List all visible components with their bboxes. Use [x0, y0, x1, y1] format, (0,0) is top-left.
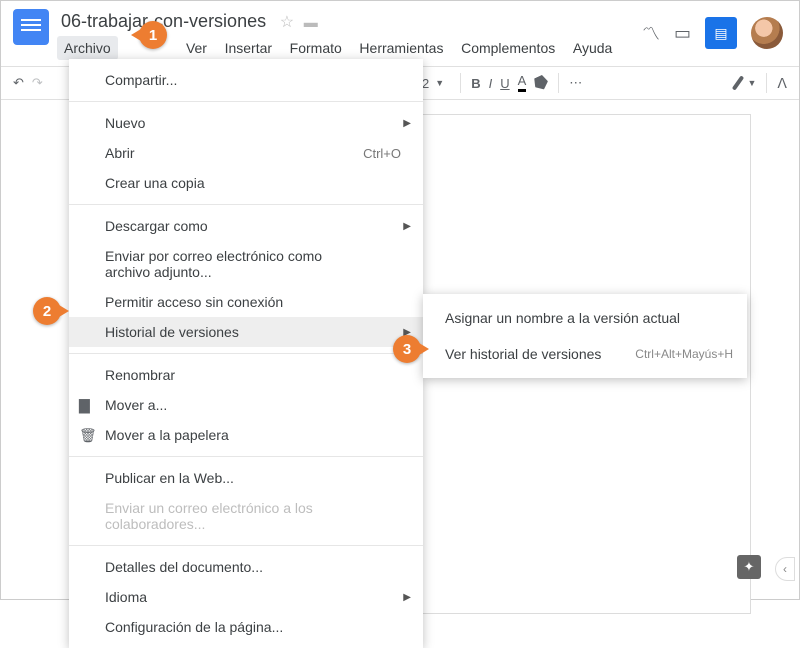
user-avatar[interactable] — [751, 17, 783, 49]
menu-enviar-adjunto[interactable]: Enviar por correo electrónico como archi… — [69, 241, 423, 287]
submenu-arrow-icon: ▶ — [403, 118, 411, 129]
analytics-icon[interactable]: 〽 — [642, 20, 660, 46]
menu-complementos[interactable]: Complementos — [454, 36, 562, 60]
menu-sin-conexion[interactable]: Permitir acceso sin conexión — [69, 287, 423, 317]
submenu-arrow-icon: ▶ — [403, 221, 411, 232]
highlight-button[interactable] — [532, 74, 551, 93]
shortcut-label: Ctrl+Alt+Mayús+H — [635, 347, 733, 361]
menu-formato[interactable]: Formato — [283, 36, 349, 60]
share-button[interactable]: ▤ — [705, 17, 737, 49]
explore-button[interactable]: ✦ — [737, 555, 761, 579]
folder-icon: ▇ — [79, 397, 90, 414]
undo-button[interactable]: ↶ — [13, 75, 24, 91]
collapse-toolbar-button[interactable]: ᐱ — [777, 75, 787, 92]
menu-papelera[interactable]: 🗑Mover a la papelera — [69, 420, 423, 450]
comments-icon[interactable]: ▭ — [674, 23, 691, 44]
menu-abrir[interactable]: AbrirCtrl+O — [69, 138, 423, 168]
menu-mover[interactable]: ▇Mover a... — [69, 390, 423, 420]
italic-button[interactable]: I — [489, 76, 493, 91]
redo-button[interactable]: ↷ — [32, 75, 43, 91]
side-panel-toggle[interactable]: ‹ — [775, 557, 795, 581]
shortcut-label: Ctrl+O — [363, 146, 401, 161]
submenu-ver-historial[interactable]: Ver historial de versiones Ctrl+Alt+Mayú… — [423, 336, 747, 372]
annotation-badge-3: 3 — [393, 335, 421, 363]
editing-mode-dropdown-icon[interactable]: ▼ — [748, 78, 757, 88]
menu-ayuda[interactable]: Ayuda — [566, 36, 619, 60]
menu-compartir[interactable]: Compartir... — [69, 65, 423, 95]
annotation-badge-2: 2 — [33, 297, 61, 325]
docs-logo-icon[interactable] — [13, 9, 49, 45]
editing-mode-icon[interactable] — [731, 75, 743, 90]
menu-nuevo[interactable]: Nuevo▶ — [69, 108, 423, 138]
menu-renombrar[interactable]: Renombrar — [69, 360, 423, 390]
menu-historial-versiones[interactable]: Historial de versiones▶ — [69, 317, 423, 347]
submenu-arrow-icon: ▶ — [403, 592, 411, 603]
text-color-button[interactable]: A — [518, 74, 527, 92]
menu-publicar-web[interactable]: Publicar en la Web... — [69, 463, 423, 493]
menu-ver[interactable]: Ver — [179, 36, 214, 60]
menu-crear-copia[interactable]: Crear una copia — [69, 168, 423, 198]
menu-email-colaboradores: Enviar un correo electrónico a los colab… — [69, 493, 423, 539]
menu-insertar[interactable]: Insertar — [218, 36, 279, 60]
submenu-nombrar-version[interactable]: Asignar un nombre a la versión actual — [423, 300, 747, 336]
trash-icon: 🗑 — [79, 427, 97, 444]
menu-herramientas[interactable]: Herramientas — [352, 36, 450, 60]
menu-config-pagina[interactable]: Configuración de la página... — [69, 612, 423, 642]
folder-icon[interactable]: ▬ — [304, 14, 318, 30]
more-toolbar-button[interactable]: ⋯ — [569, 75, 582, 91]
underline-button[interactable]: U — [500, 76, 509, 91]
historial-submenu: Asignar un nombre a la versión actual Ve… — [423, 294, 747, 378]
archivo-dropdown: Compartir... Nuevo▶ AbrirCtrl+O Crear un… — [69, 59, 423, 648]
annotation-badge-1: 1 — [139, 21, 167, 49]
menu-descargar[interactable]: Descargar como▶ — [69, 211, 423, 241]
font-size-dropdown-icon[interactable]: ▼ — [435, 78, 444, 88]
menu-archivo[interactable]: Archivo — [57, 36, 118, 60]
menu-idioma[interactable]: Idioma▶ — [69, 582, 423, 612]
bold-button[interactable]: B — [471, 76, 480, 91]
menu-detalles-documento[interactable]: Detalles del documento... — [69, 552, 423, 582]
star-icon[interactable]: ☆ — [280, 14, 294, 31]
